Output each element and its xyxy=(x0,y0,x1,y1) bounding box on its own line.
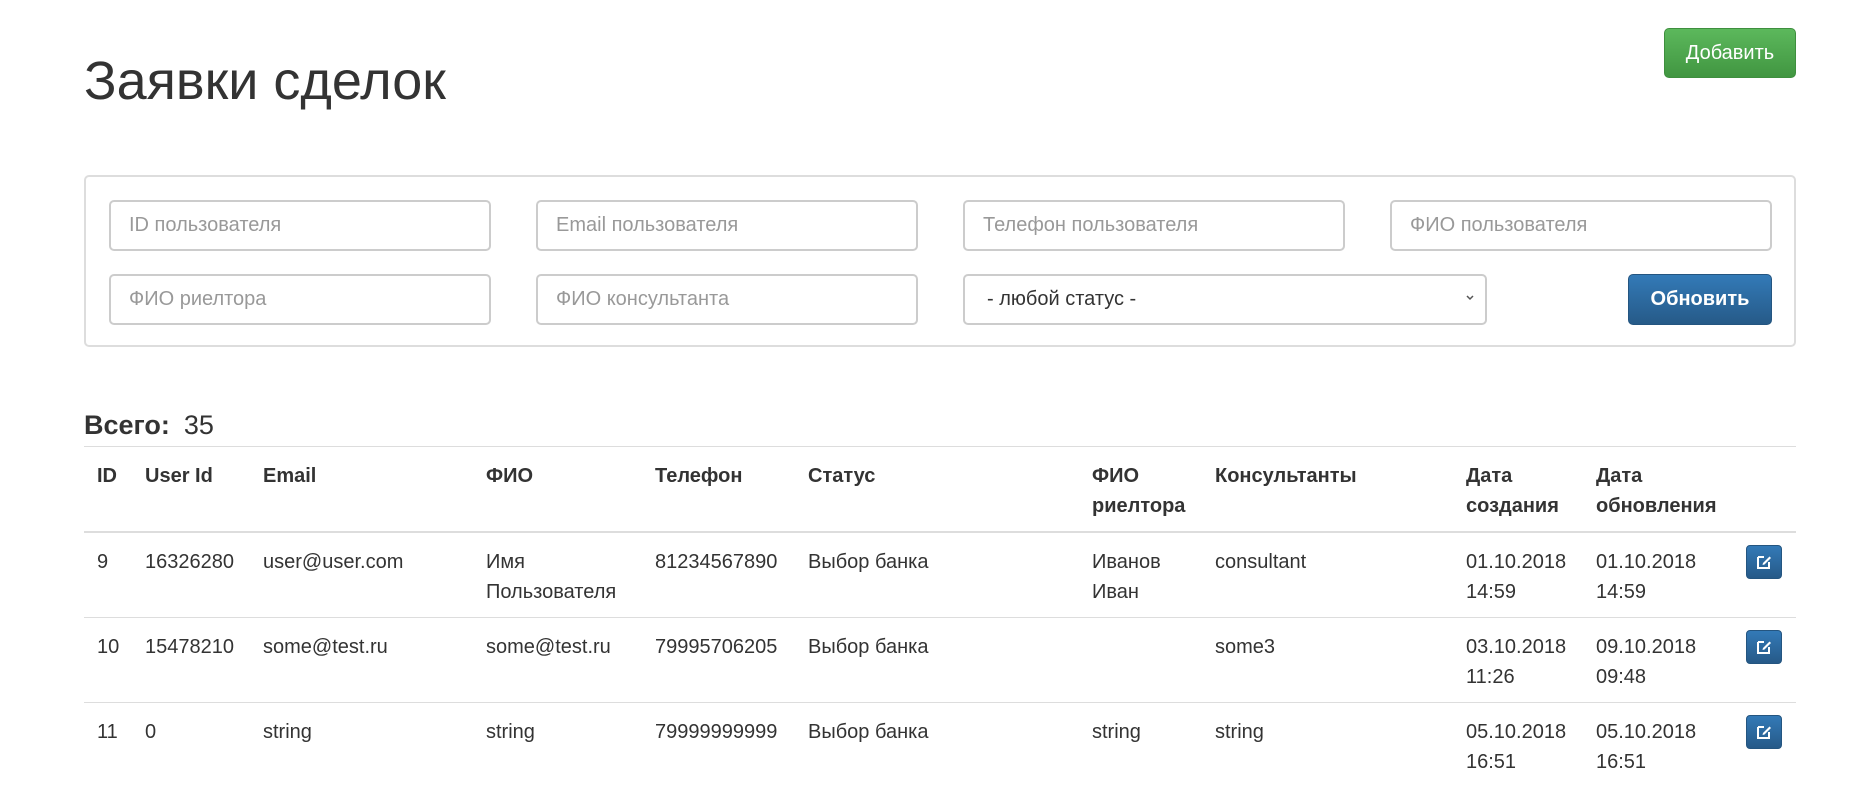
edit-icon xyxy=(1757,556,1771,569)
column-header-updated[interactable]: Дата обновления xyxy=(1596,461,1736,521)
filter-panel: - любой статус - Обновить xyxy=(84,175,1796,347)
table-row: 9 16326280 user@user.com Имя Пользовател… xyxy=(84,533,1796,618)
cell-created: 03.10.2018 11:26 xyxy=(1466,636,1567,688)
status-select-value: - любой статус - xyxy=(987,288,1137,310)
cell-status: Выбор банка xyxy=(808,721,929,743)
cell-fio: string xyxy=(486,721,535,743)
cell-user-id: 0 xyxy=(145,721,157,743)
phone-filter-input[interactable] xyxy=(963,200,1345,251)
table-row: 11 0 string string 79999999999 Выбор бан… xyxy=(84,703,1796,787)
cell-updated: 09.10.2018 09:48 xyxy=(1596,636,1697,688)
add-button[interactable]: Добавить xyxy=(1664,28,1796,78)
page: Добавить Заявки сделок - любой статус - … xyxy=(0,0,1862,773)
user-id-filter-input[interactable] xyxy=(109,200,491,251)
column-header-fio[interactable]: ФИО xyxy=(486,461,636,491)
cell-status: Выбор банка xyxy=(808,636,929,658)
edit-row-button[interactable] xyxy=(1746,545,1782,579)
cell-id: 10 xyxy=(97,636,120,658)
cell-user-id: 16326280 xyxy=(145,551,234,573)
cell-id: 9 xyxy=(97,551,109,573)
column-header-status[interactable]: Статус xyxy=(808,461,875,491)
column-header-email[interactable]: Email xyxy=(263,461,316,491)
column-header-user-id[interactable]: User Id xyxy=(145,461,213,491)
column-header-realtor[interactable]: ФИО риелтора xyxy=(1092,461,1202,521)
edit-icon xyxy=(1757,641,1771,654)
consultant-filter-input[interactable] xyxy=(536,274,918,325)
edit-row-button[interactable] xyxy=(1746,715,1782,749)
edit-icon xyxy=(1757,726,1771,739)
email-filter-input[interactable] xyxy=(536,200,918,251)
page-title: Заявки сделок xyxy=(84,51,446,111)
cell-consultants: string xyxy=(1215,721,1264,743)
cell-email: user@user.com xyxy=(263,551,404,573)
total-label: Всего: xyxy=(84,410,170,440)
cell-email: some@test.ru xyxy=(263,636,388,658)
cell-created: 01.10.2018 14:59 xyxy=(1466,551,1567,603)
cell-phone: 79995706205 xyxy=(655,636,778,658)
realtor-filter-input[interactable] xyxy=(109,274,491,325)
column-header-consultants[interactable]: Консультанты xyxy=(1215,461,1357,491)
total-count: Всего: 35 xyxy=(84,410,214,441)
fio-filter-input[interactable] xyxy=(1390,200,1772,251)
cell-consultants: some3 xyxy=(1215,636,1276,658)
cell-status: Выбор банка xyxy=(808,551,929,573)
total-value: 35 xyxy=(183,410,214,440)
cell-id: 11 xyxy=(97,721,118,743)
cell-phone: 79999999999 xyxy=(655,721,778,743)
column-header-phone[interactable]: Телефон xyxy=(655,461,742,491)
cell-user-id: 15478210 xyxy=(145,636,234,658)
cell-consultants: consultant xyxy=(1215,551,1307,573)
cell-email: string xyxy=(263,721,312,743)
table-header-row: ID User Id Email ФИО Телефон Статус ФИО … xyxy=(84,447,1796,533)
edit-row-button[interactable] xyxy=(1746,630,1782,664)
table-row: 10 15478210 some@test.ru some@test.ru 79… xyxy=(84,618,1796,703)
cell-updated: 05.10.2018 16:51 xyxy=(1596,721,1697,773)
cell-phone: 81234567890 xyxy=(655,551,778,573)
cell-realtor: Иванов Иван xyxy=(1092,551,1161,603)
chevron-down-icon xyxy=(1465,290,1475,309)
status-select[interactable]: - любой статус - xyxy=(963,274,1487,325)
cell-fio: some@test.ru xyxy=(486,636,611,658)
cell-fio: Имя Пользователя xyxy=(486,551,617,603)
column-header-id[interactable]: ID xyxy=(97,461,117,491)
cell-updated: 01.10.2018 14:59 xyxy=(1596,551,1697,603)
cell-realtor: string xyxy=(1092,721,1141,743)
deals-table: ID User Id Email ФИО Телефон Статус ФИО … xyxy=(84,446,1796,787)
column-header-created[interactable]: Дата создания xyxy=(1466,461,1586,521)
refresh-button[interactable]: Обновить xyxy=(1628,274,1772,325)
cell-created: 05.10.2018 16:51 xyxy=(1466,721,1567,773)
